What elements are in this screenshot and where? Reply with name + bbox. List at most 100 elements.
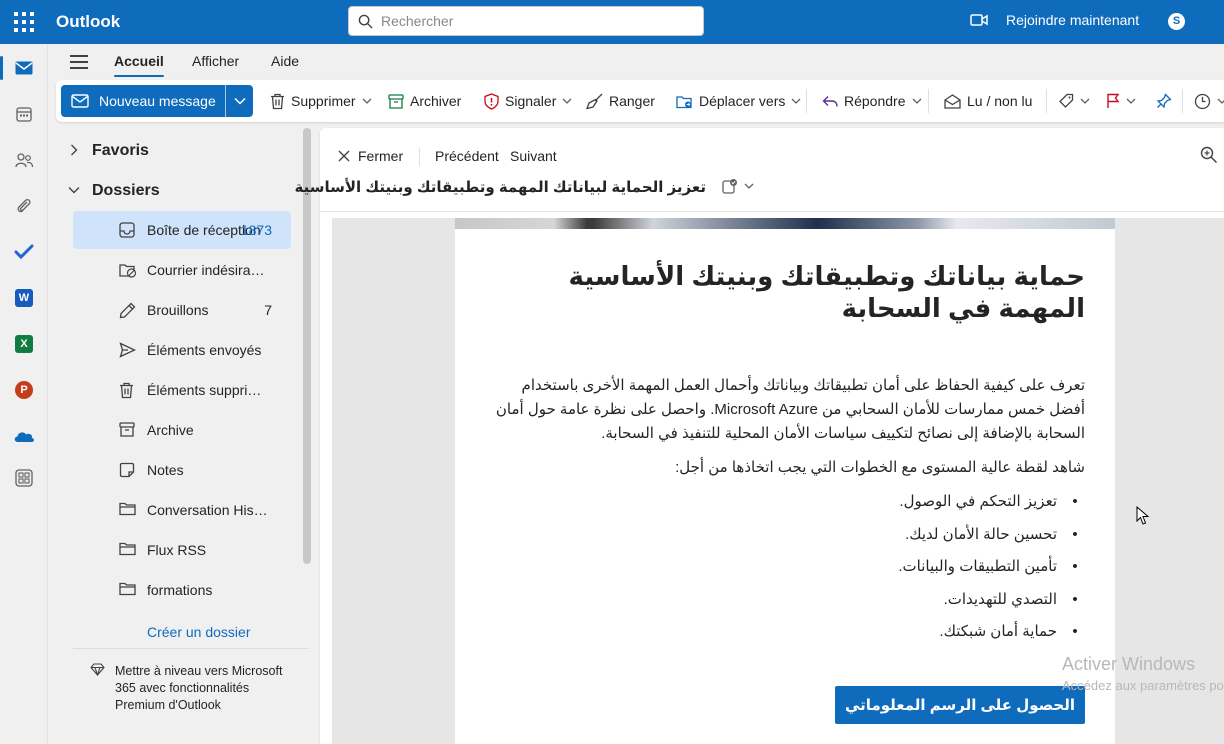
folder-notes[interactable]: Notes — [73, 451, 291, 489]
folders-label: Dossiers — [92, 182, 160, 199]
hamburger-menu-icon[interactable] — [70, 55, 88, 69]
email-heading: حماية بياناتك وتطبيقاتك وبنيتك الأساسية … — [568, 261, 1085, 323]
create-folder-link[interactable]: Créer un dossier — [147, 624, 251, 640]
folders-section[interactable]: Dossiers — [68, 182, 160, 200]
hero-image — [455, 218, 1115, 229]
new-message-dropdown[interactable] — [225, 85, 253, 117]
pin-icon — [1156, 93, 1172, 109]
categorize-button[interactable] — [1058, 80, 1090, 122]
previous-button[interactable]: Précédent — [435, 148, 499, 164]
app-title[interactable]: Outlook — [56, 12, 120, 32]
folder-conversation-history[interactable]: Conversation History — [73, 491, 291, 529]
more-apps-icon[interactable] — [0, 458, 48, 498]
delete-label: Supprimer — [291, 93, 356, 109]
folder-formations[interactable]: formations — [73, 571, 291, 609]
folder-archive[interactable]: Archive — [73, 411, 291, 449]
folder-icon — [119, 542, 136, 556]
tab-aide[interactable]: Aide — [271, 53, 299, 69]
chevron-down-icon[interactable] — [791, 98, 801, 104]
diamond-icon — [90, 663, 105, 676]
email-paragraph: تعرف على كيفية الحفاظ على أمان تطبيقاتك … — [495, 377, 1085, 442]
flag-button[interactable] — [1106, 80, 1136, 122]
top-bar: Outlook Rejoindre maintenant S — [0, 0, 1224, 44]
chevron-down-icon[interactable] — [1217, 98, 1224, 104]
tag-icon — [1059, 93, 1074, 108]
favorites-section[interactable]: Favoris — [71, 142, 149, 160]
pin-button[interactable] — [1156, 80, 1172, 122]
people-app-icon[interactable] — [0, 140, 48, 180]
folder-label: Éléments envoyés — [147, 342, 262, 358]
subject-actions[interactable] — [722, 178, 754, 194]
todo-app-icon[interactable] — [0, 232, 48, 272]
upgrade-promo[interactable]: Mettre à niveau vers Microsoft 365 avec … — [73, 648, 309, 744]
chevron-down-icon[interactable] — [362, 98, 372, 104]
tab-afficher[interactable]: Afficher — [192, 53, 239, 69]
new-message-button[interactable]: Nouveau message — [61, 85, 225, 117]
folder-icon — [119, 582, 136, 596]
folder-rss[interactable]: Flux RSS — [73, 531, 291, 569]
toolbar-divider — [928, 89, 929, 113]
powerpoint-app-icon[interactable]: P — [0, 370, 48, 410]
list-item: تعزيز التحكم في الوصول. — [485, 486, 1085, 519]
watermark-title: Activer Windows — [1062, 654, 1196, 674]
folder-icon — [119, 502, 136, 516]
move-to-button[interactable]: Déplacer vers — [676, 80, 801, 122]
archive-button[interactable]: Archiver — [388, 80, 461, 122]
chevron-right-icon[interactable] — [70, 144, 78, 156]
search-input[interactable] — [381, 12, 691, 30]
skype-icon[interactable]: S — [1168, 13, 1185, 30]
summary-icon[interactable] — [722, 178, 738, 194]
folder-sent[interactable]: Éléments envoyés — [73, 331, 291, 369]
folder-inbox[interactable]: Boîte de réception 1873 — [73, 211, 291, 249]
shield-icon — [484, 92, 499, 110]
chevron-down-icon[interactable] — [562, 98, 572, 104]
video-camera-icon — [970, 14, 988, 26]
email-paragraph: شاهد لقطة عالية المستوى مع الخطوات التي … — [675, 459, 1085, 476]
drafts-icon — [119, 302, 136, 319]
sweep-button[interactable]: Ranger — [586, 80, 655, 122]
reply-button[interactable]: Répondre — [822, 80, 922, 122]
app-launcher-icon[interactable] — [14, 12, 34, 32]
list-item: تأمين التطبيقات والبيانات. — [485, 551, 1085, 584]
folder-junk[interactable]: Courrier indésirable — [73, 251, 291, 289]
archive-icon — [388, 93, 404, 109]
calendar-app-icon[interactable] — [0, 94, 48, 134]
folder-label: Flux RSS — [147, 542, 207, 558]
reply-icon — [822, 95, 838, 107]
mail-icon — [71, 94, 89, 108]
search-icon — [358, 14, 373, 29]
report-button[interactable]: Signaler — [484, 80, 572, 122]
reading-toolbar: Fermer Précédent Suivant تعزيز الحماية ل… — [295, 128, 1224, 212]
envelope-open-icon — [944, 93, 961, 109]
new-message-button-group: Nouveau message — [61, 85, 253, 117]
folder-deleted[interactable]: Éléments supprimés — [73, 371, 291, 409]
close-button[interactable]: Fermer — [338, 148, 403, 164]
chevron-down-icon[interactable] — [1080, 98, 1090, 104]
word-app-icon[interactable]: W — [0, 278, 48, 318]
mail-app-icon[interactable] — [0, 48, 48, 88]
close-icon — [338, 150, 350, 162]
read-unread-button[interactable]: Lu / non lu — [944, 80, 1032, 122]
onedrive-app-icon[interactable] — [0, 416, 48, 456]
search-box[interactable] — [348, 6, 704, 36]
toolbar-divider — [419, 148, 420, 166]
chevron-down-icon[interactable] — [744, 183, 754, 189]
snooze-button[interactable] — [1194, 80, 1224, 122]
join-now-button[interactable]: Rejoindre maintenant — [970, 12, 1139, 28]
folder-label: formations — [147, 582, 213, 598]
chevron-down-icon[interactable] — [1126, 98, 1136, 104]
folder-drafts[interactable]: Brouillons 7 — [73, 291, 291, 329]
excel-app-icon[interactable]: X — [0, 324, 48, 364]
next-button[interactable]: Suivant — [510, 148, 557, 164]
reading-pane: Fermer Précédent Suivant تعزيز الحماية ل… — [295, 128, 1224, 744]
delete-button[interactable]: Supprimer — [270, 80, 372, 122]
folder-label: Conversation History — [147, 502, 269, 518]
reply-label: Répondre — [844, 93, 906, 109]
get-infographic-button[interactable]: الحصول على الرسم المعلوماتي — [835, 686, 1085, 724]
zoom-icon[interactable] — [1200, 146, 1218, 164]
attachment-app-icon[interactable] — [0, 186, 48, 226]
chevron-down-icon[interactable] — [68, 186, 80, 194]
chevron-down-icon[interactable] — [912, 98, 922, 104]
ribbon-toolbar: Nouveau message Supprimer Archiver Signa… — [56, 80, 1224, 122]
tab-accueil[interactable]: Accueil — [114, 53, 164, 77]
